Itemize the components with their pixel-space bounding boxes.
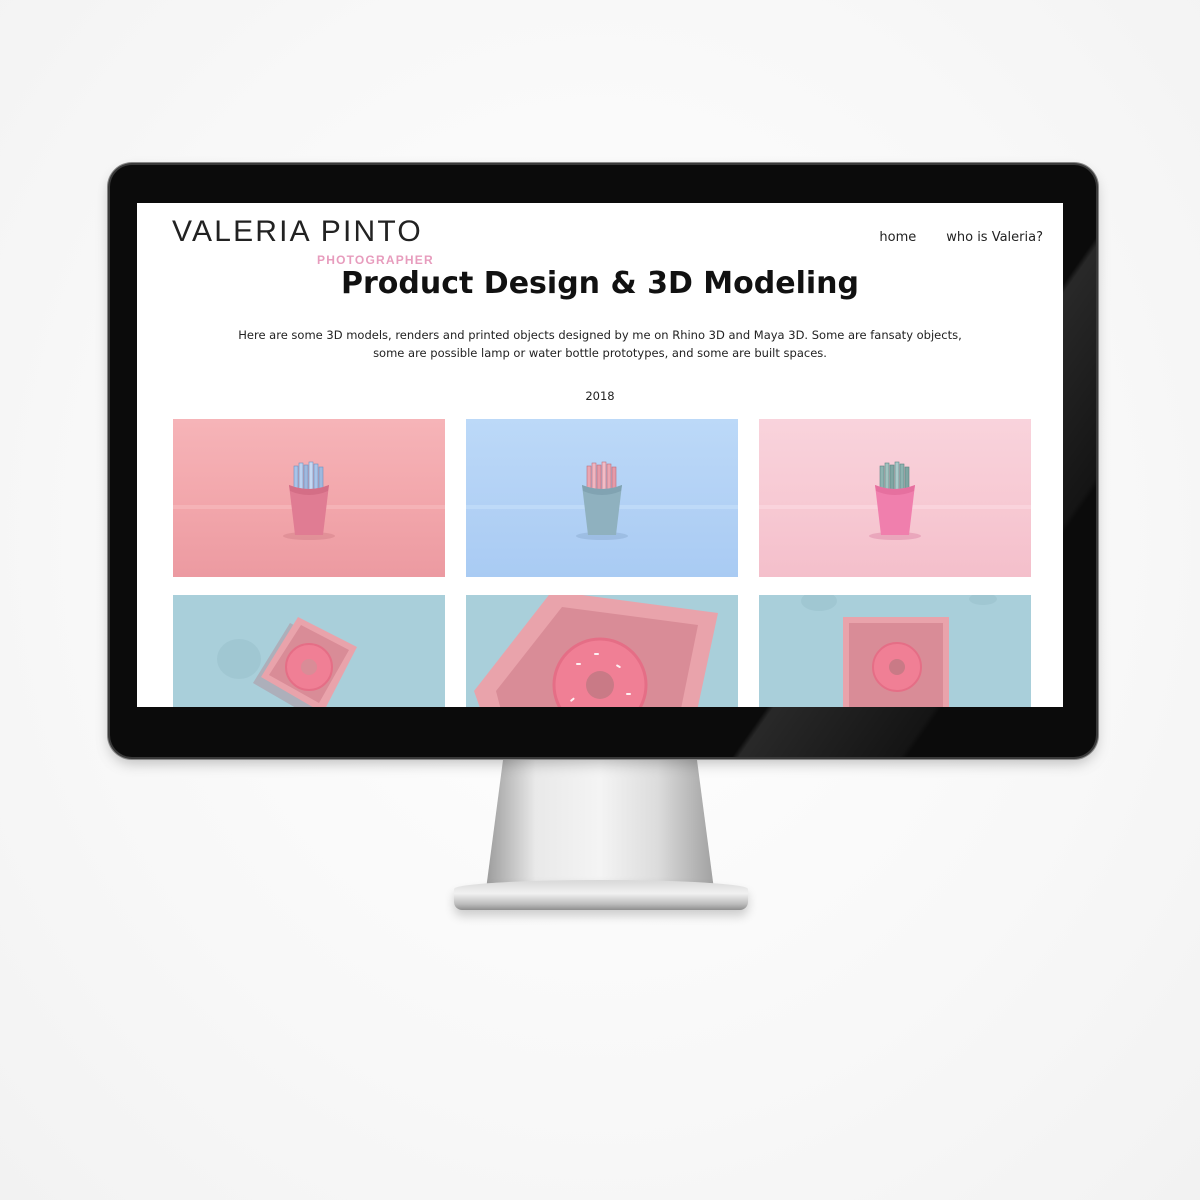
page-title: Product Design & 3D Modeling [341,266,859,301]
photo-background: VALERIA PINTO PHOTOGRAPHER home who is V… [0,0,1200,1200]
donut-render-image [173,595,445,707]
donut-render-image [466,595,738,707]
brand-logo[interactable]: VALERIA PINTO PHOTOGRAPHER [172,215,442,267]
gallery-item-fries-blue[interactable] [466,419,738,577]
gallery-item-donut-box-angled[interactable] [173,595,445,707]
gallery-item-fries-light-pink[interactable] [759,419,1031,577]
fries-render-image [173,419,445,577]
intro-paragraph: Here are some 3D models, renders and pri… [238,328,962,360]
brand-name: VALERIA PINTO [172,215,423,248]
nav-link-who-is-valeria[interactable]: who is Valeria? [946,230,1043,245]
brand-subtitle: PHOTOGRAPHER [317,253,434,267]
monitor-stand-neck [485,757,715,897]
website-screen: VALERIA PINTO PHOTOGRAPHER home who is V… [137,203,1063,707]
fries-render-image [759,419,1031,577]
donut-render-image [759,595,1031,707]
monitor-stand-base [454,880,748,910]
year-heading: 2018 [585,389,615,403]
gallery-item-donut-box-top[interactable] [759,595,1031,707]
nav-link-home[interactable]: home [879,230,916,245]
top-nav: home who is Valeria? [879,230,1043,245]
gallery-item-donut-box-closeup[interactable] [466,595,738,707]
fries-render-image [466,419,738,577]
gallery-item-fries-pink[interactable] [173,419,445,577]
